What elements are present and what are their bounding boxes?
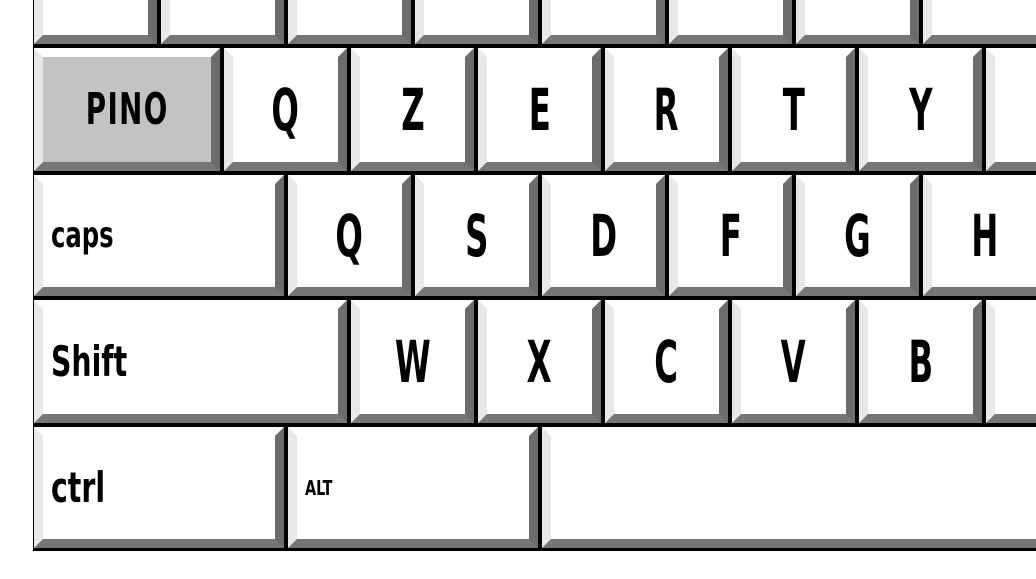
key-row0-6[interactable] [668, 0, 795, 47]
key-row0-7[interactable] [795, 0, 922, 47]
key-label-alt: ALT [305, 475, 333, 500]
key-label: W [394, 327, 431, 396]
key-g[interactable]: G [795, 174, 922, 299]
key-pino[interactable]: PINO [33, 47, 223, 174]
key-caps[interactable]: caps [33, 174, 287, 299]
key-x[interactable]: X [477, 299, 604, 426]
key-label: Q [335, 201, 364, 270]
key-label-shift: Shift [51, 336, 128, 386]
key-label: Y [908, 75, 933, 144]
key-ctrl[interactable]: ctrl [33, 426, 287, 551]
key-row1-q[interactable]: Q [223, 47, 350, 174]
key-b[interactable]: B [858, 299, 985, 426]
key-row0-4[interactable] [414, 0, 541, 47]
key-v[interactable]: V [731, 299, 858, 426]
key-d[interactable]: D [541, 174, 668, 299]
key-label-caps: caps [51, 214, 114, 256]
key-y[interactable]: Y [858, 47, 985, 174]
key-label-pino: PINO [85, 83, 169, 135]
key-w[interactable]: W [350, 299, 477, 426]
key-label: B [908, 327, 933, 396]
key-row3-partial[interactable] [985, 299, 1036, 426]
key-label: X [527, 327, 552, 396]
key-row0-8[interactable] [922, 0, 1036, 47]
key-h[interactable]: H [922, 174, 1036, 299]
key-label: Z [400, 75, 425, 144]
key-label: S [464, 201, 489, 270]
key-alt[interactable]: ALT [287, 426, 541, 551]
key-s[interactable]: S [414, 174, 541, 299]
key-label: G [844, 201, 871, 270]
key-label: E [528, 75, 551, 144]
key-label: V [780, 327, 807, 396]
key-label: C [654, 327, 679, 396]
key-label-ctrl: ctrl [51, 462, 106, 512]
key-c[interactable]: C [604, 299, 731, 426]
key-label: Q [271, 75, 300, 144]
virtual-keyboard: PINO Q Z E R T Y caps Q S D F G H Shift … [0, 0, 1036, 579]
key-row0-2[interactable] [160, 0, 287, 47]
key-e[interactable]: E [477, 47, 604, 174]
key-row1-partial[interactable] [985, 47, 1036, 174]
key-label: F [719, 201, 742, 270]
key-label: T [782, 75, 805, 144]
key-label: H [970, 201, 999, 270]
key-f[interactable]: F [668, 174, 795, 299]
key-row0-3[interactable] [287, 0, 414, 47]
key-row0-5[interactable] [541, 0, 668, 47]
key-row2-q[interactable]: Q [287, 174, 414, 299]
key-shift[interactable]: Shift [33, 299, 350, 426]
key-t[interactable]: T [731, 47, 858, 174]
key-row0-1[interactable] [33, 0, 160, 47]
key-r[interactable]: R [604, 47, 731, 174]
key-label: R [654, 75, 679, 144]
key-space[interactable] [541, 426, 1036, 551]
key-label: D [590, 201, 617, 270]
key-z[interactable]: Z [350, 47, 477, 174]
